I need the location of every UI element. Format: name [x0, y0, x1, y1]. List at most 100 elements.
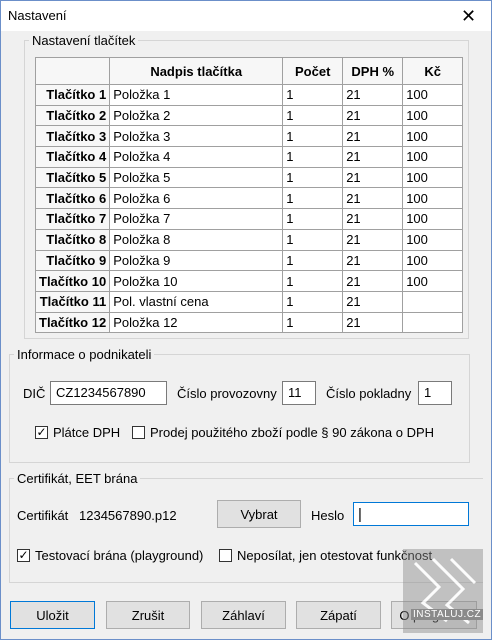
count-cell[interactable]: 1 — [282, 125, 344, 148]
password-input[interactable] — [353, 502, 469, 526]
row-header: Tlačítko 3 — [34, 125, 111, 148]
title-cell[interactable]: Položka 5 — [109, 166, 284, 189]
count-cell[interactable]: 1 — [282, 249, 344, 272]
price-cell[interactable]: 100 — [402, 187, 464, 210]
register-number-label: Číslo pokladny — [326, 386, 412, 401]
count-cell[interactable]: 1 — [282, 228, 344, 251]
used-goods-checkbox[interactable] — [132, 426, 145, 439]
price-cell[interactable]: 100 — [402, 166, 464, 189]
header-button[interactable]: Záhlaví — [201, 601, 286, 629]
price-cell[interactable]: 100 — [402, 146, 464, 168]
vat-cell[interactable]: 21 — [342, 208, 404, 230]
count-cell[interactable]: 1 — [282, 187, 344, 210]
table-row: Tlačítko 8 Položka 8 1 21 100 — [34, 228, 464, 251]
row-header: Tlačítko 6 — [34, 187, 111, 210]
settings-dialog: Nastavení ✕ Nastavení tlačítek Nadpis tl… — [0, 0, 492, 640]
certificate-label: Certifikát — [17, 508, 69, 523]
vat-cell[interactable]: 21 — [342, 228, 404, 251]
close-icon[interactable]: ✕ — [446, 1, 491, 31]
title-cell[interactable]: Pol. vlastní cena — [109, 290, 284, 313]
table-row: Tlačítko 10 Položka 10 1 21 100 — [34, 270, 464, 292]
count-cell[interactable]: 1 — [282, 84, 344, 106]
vat-cell[interactable]: 21 — [342, 290, 404, 313]
price-cell[interactable]: 100 — [402, 84, 464, 106]
price-cell[interactable]: 100 — [402, 208, 464, 230]
count-cell[interactable]: 1 — [282, 146, 344, 168]
price-cell[interactable]: 100 — [402, 228, 464, 251]
row-header: Tlačítko 1 — [34, 84, 111, 106]
password-label: Heslo — [311, 508, 345, 523]
price-cell[interactable]: 100 — [402, 270, 464, 292]
watermark-text: INSTALUJ.CZ — [411, 609, 484, 620]
no-send-checkbox[interactable] — [219, 549, 232, 562]
row-header: Tlačítko 10 — [34, 270, 111, 292]
text-caret: | — [358, 506, 362, 523]
row-header: Tlačítko 7 — [34, 208, 111, 230]
certificate-legend: Certifikát, EET brána — [17, 471, 138, 486]
price-cell[interactable]: 100 — [402, 125, 464, 148]
shop-number-input[interactable]: 11 — [282, 381, 316, 405]
footer-button[interactable]: Zápatí — [296, 601, 381, 629]
vat-cell[interactable]: 21 — [342, 187, 404, 210]
title-cell[interactable]: Položka 10 — [109, 270, 284, 292]
vat-cell[interactable]: 21 — [342, 270, 404, 292]
title-cell[interactable]: Položka 7 — [109, 208, 284, 230]
title-cell[interactable]: Položka 9 — [109, 249, 284, 272]
choose-certificate-button[interactable]: Vybrat — [217, 500, 301, 528]
table-row: Tlačítko 7 Položka 7 1 21 100 — [34, 208, 464, 230]
vat-cell[interactable]: 21 — [342, 166, 404, 189]
vat-cell[interactable]: 21 — [342, 104, 404, 127]
title-cell[interactable]: Položka 1 — [109, 84, 284, 106]
table-row: Tlačítko 9 Položka 9 1 21 100 — [34, 249, 464, 272]
used-goods-label: Prodej použitého zboží podle § 90 zákona… — [150, 425, 435, 440]
price-cell[interactable] — [402, 290, 464, 313]
window-title: Nastavení — [8, 8, 67, 23]
business-info-legend: Informace o podnikateli — [17, 347, 152, 362]
title-cell[interactable]: Položka 3 — [109, 125, 284, 148]
check-icon: ✓ — [36, 425, 47, 439]
vat-cell[interactable]: 21 — [342, 146, 404, 168]
count-cell[interactable]: 1 — [282, 290, 344, 313]
count-cell[interactable]: 1 — [282, 270, 344, 292]
buttons-table: Nadpis tlačítka Počet DPH % Kč Tlačítko … — [34, 57, 464, 334]
count-cell[interactable]: 1 — [282, 208, 344, 230]
vat-cell[interactable]: 21 — [342, 84, 404, 106]
table-header-row: Nadpis tlačítka Počet DPH % Kč — [34, 57, 464, 85]
count-cell[interactable]: 1 — [282, 311, 344, 334]
save-button[interactable]: Uložit — [10, 601, 95, 629]
row-header: Tlačítko 9 — [34, 249, 111, 272]
table-row: Tlačítko 6 Položka 6 1 21 100 — [34, 187, 464, 210]
title-cell[interactable]: Položka 8 — [109, 228, 284, 251]
title-cell[interactable]: Položka 12 — [109, 311, 284, 334]
table-row: Tlačítko 1 Položka 1 1 21 100 — [34, 84, 464, 106]
vat-cell[interactable]: 21 — [342, 249, 404, 272]
vat-cell[interactable]: 21 — [342, 311, 404, 334]
table-row: Tlačítko 2 Položka 2 1 21 100 — [34, 104, 464, 127]
business-info-group: Informace o podnikateli — [9, 347, 470, 463]
vat-payer-label: Plátce DPH — [53, 425, 121, 440]
table-row: Tlačítko 3 Položka 3 1 21 100 — [34, 125, 464, 148]
price-cell[interactable]: 100 — [402, 249, 464, 272]
price-cell[interactable] — [402, 311, 464, 334]
title-cell[interactable]: Položka 4 — [109, 146, 284, 168]
register-number-input[interactable]: 1 — [418, 381, 452, 405]
title-cell[interactable]: Položka 2 — [109, 104, 284, 127]
column-header-count: Počet — [282, 57, 344, 85]
cancel-button[interactable]: Zrušit — [106, 601, 190, 629]
row-header: Tlačítko 8 — [34, 228, 111, 251]
row-header: Tlačítko 11 — [34, 290, 111, 313]
count-cell[interactable]: 1 — [282, 104, 344, 127]
table-row: Tlačítko 12 Položka 12 1 21 — [34, 311, 464, 334]
test-gateway-checkbox[interactable]: ✓ — [17, 549, 30, 562]
price-cell[interactable]: 100 — [402, 104, 464, 127]
shop-number-label: Číslo provozovny — [177, 386, 277, 401]
vat-cell[interactable]: 21 — [342, 125, 404, 148]
count-cell[interactable]: 1 — [282, 166, 344, 189]
table-row: Tlačítko 5 Položka 5 1 21 100 — [34, 166, 464, 189]
certificate-file: 1234567890.p12 — [79, 508, 177, 523]
title-cell[interactable]: Položka 6 — [109, 187, 284, 210]
row-header: Tlačítko 12 — [34, 311, 111, 334]
buttons-settings-legend: Nastavení tlačítek — [32, 33, 136, 48]
vat-payer-checkbox[interactable]: ✓ — [35, 426, 48, 439]
dic-input[interactable]: CZ1234567890 — [50, 381, 167, 405]
